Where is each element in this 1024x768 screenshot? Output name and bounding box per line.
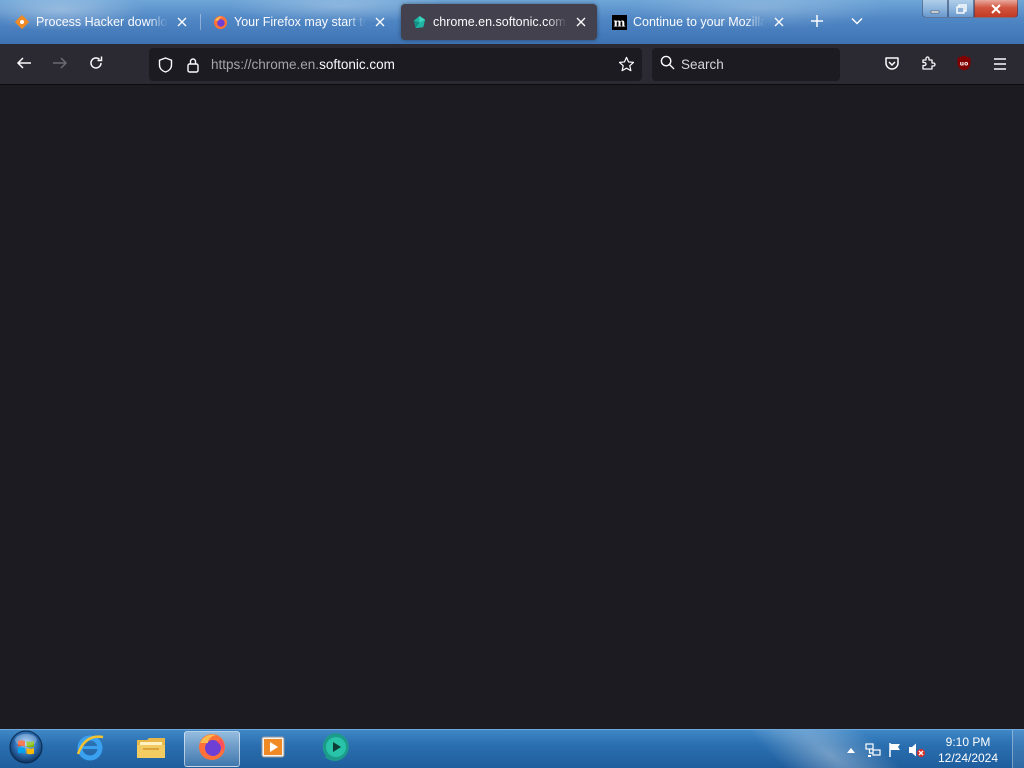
tracking-protection-shield-icon[interactable] <box>151 51 179 79</box>
navigation-toolbar: https://chrome.en.softonic.com uo <box>0 44 1024 85</box>
forward-button[interactable] <box>45 50 75 80</box>
address-bar[interactable]: https://chrome.en.softonic.com <box>149 48 642 81</box>
close-window-button[interactable] <box>974 0 1018 18</box>
action-center-flag-icon[interactable] <box>884 739 906 761</box>
tab-process-hacker[interactable]: Process Hacker download | Soft <box>4 4 198 40</box>
tab-title: Your Firefox may start to have <box>234 15 366 29</box>
tab-title: chrome.en.softonic.com/ <box>433 15 567 29</box>
pocket-button[interactable] <box>877 50 907 80</box>
app-menu-button[interactable] <box>985 50 1015 80</box>
svg-text:uo: uo <box>960 61 968 68</box>
close-tab-icon[interactable] <box>573 14 589 30</box>
softonic-green-icon <box>411 14 427 30</box>
back-button[interactable] <box>9 50 39 80</box>
tab-separator <box>200 14 201 30</box>
file-explorer-icon <box>135 732 167 766</box>
search-icon <box>660 55 675 74</box>
taskbar-firefox[interactable] <box>184 731 240 767</box>
url-domain: softonic.com <box>319 57 395 72</box>
volume-muted-icon[interactable] <box>906 739 928 761</box>
start-button[interactable] <box>6 730 46 768</box>
network-icon[interactable] <box>862 739 884 761</box>
show-hidden-icons-arrow-icon[interactable] <box>840 739 862 761</box>
taskbar-green-app[interactable] <box>308 731 364 767</box>
minimize-icon <box>930 0 940 18</box>
mozilla-m-icon: m <box>611 14 627 30</box>
windows-taskbar: 9:10 PM 12/24/2024 <box>0 729 1024 768</box>
list-all-tabs-button[interactable] <box>843 8 871 36</box>
clock-time: 9:10 PM <box>945 734 991 749</box>
tab-title: Continue to your Mozilla acco <box>633 15 765 29</box>
search-input[interactable] <box>681 57 831 72</box>
extensions-button[interactable] <box>913 50 943 80</box>
puzzle-piece-icon <box>920 55 936 75</box>
show-desktop-button[interactable] <box>1012 730 1024 768</box>
windows-logo-icon <box>8 730 44 768</box>
internet-explorer-icon <box>75 732 105 766</box>
page-content-blank[interactable] <box>0 85 1024 729</box>
url-prefix: https://chrome.en. <box>211 57 320 72</box>
taskbar-file-explorer[interactable] <box>123 731 179 767</box>
back-arrow-icon <box>16 55 32 75</box>
lock-icon[interactable] <box>179 51 207 79</box>
firefox-icon <box>197 732 227 766</box>
system-tray: 9:10 PM 12/24/2024 <box>840 730 1024 768</box>
window-controls <box>922 0 1018 18</box>
svg-text:m: m <box>613 15 625 29</box>
taskbar-clock[interactable]: 9:10 PM 12/24/2024 <box>928 734 1008 766</box>
chevron-down-icon <box>850 13 864 32</box>
tab-title: Process Hacker download | Soft <box>36 15 168 29</box>
close-tab-icon[interactable] <box>372 14 388 30</box>
tab-mozilla-account[interactable]: m Continue to your Mozilla acco <box>601 4 795 40</box>
hamburger-menu-icon <box>992 56 1008 75</box>
pocket-icon <box>884 55 900 75</box>
tab-strip: Process Hacker download | Soft Your Fire… <box>0 0 1024 44</box>
ublock-origin-button[interactable]: uo <box>949 50 979 80</box>
new-tab-button[interactable] <box>803 8 831 36</box>
minimize-button[interactable] <box>922 0 948 18</box>
close-icon <box>990 0 1002 18</box>
taskbar-media-player[interactable] <box>245 731 301 767</box>
tab-firefox-notice[interactable]: Your Firefox may start to have <box>202 4 396 40</box>
softonic-diamond-icon <box>14 14 30 30</box>
reload-button[interactable] <box>81 50 111 80</box>
green-app-icon <box>320 731 352 767</box>
tab-softonic-chrome[interactable]: chrome.en.softonic.com/ <box>401 4 597 40</box>
url-text[interactable]: https://chrome.en.softonic.com <box>211 57 395 72</box>
close-tab-icon[interactable] <box>771 14 787 30</box>
restore-icon <box>955 0 967 18</box>
forward-arrow-icon <box>52 55 68 75</box>
firefox-icon <box>212 14 228 30</box>
reload-icon <box>88 55 104 75</box>
plus-icon <box>810 13 824 32</box>
bookmark-star-icon[interactable] <box>612 51 640 79</box>
search-bar[interactable] <box>652 48 840 81</box>
close-tab-icon[interactable] <box>174 14 190 30</box>
taskbar-internet-explorer[interactable] <box>62 731 118 767</box>
clock-date: 12/24/2024 <box>937 750 999 765</box>
restore-button[interactable] <box>948 0 974 18</box>
ublock-origin-icon: uo <box>956 55 972 75</box>
media-player-icon <box>258 732 288 766</box>
